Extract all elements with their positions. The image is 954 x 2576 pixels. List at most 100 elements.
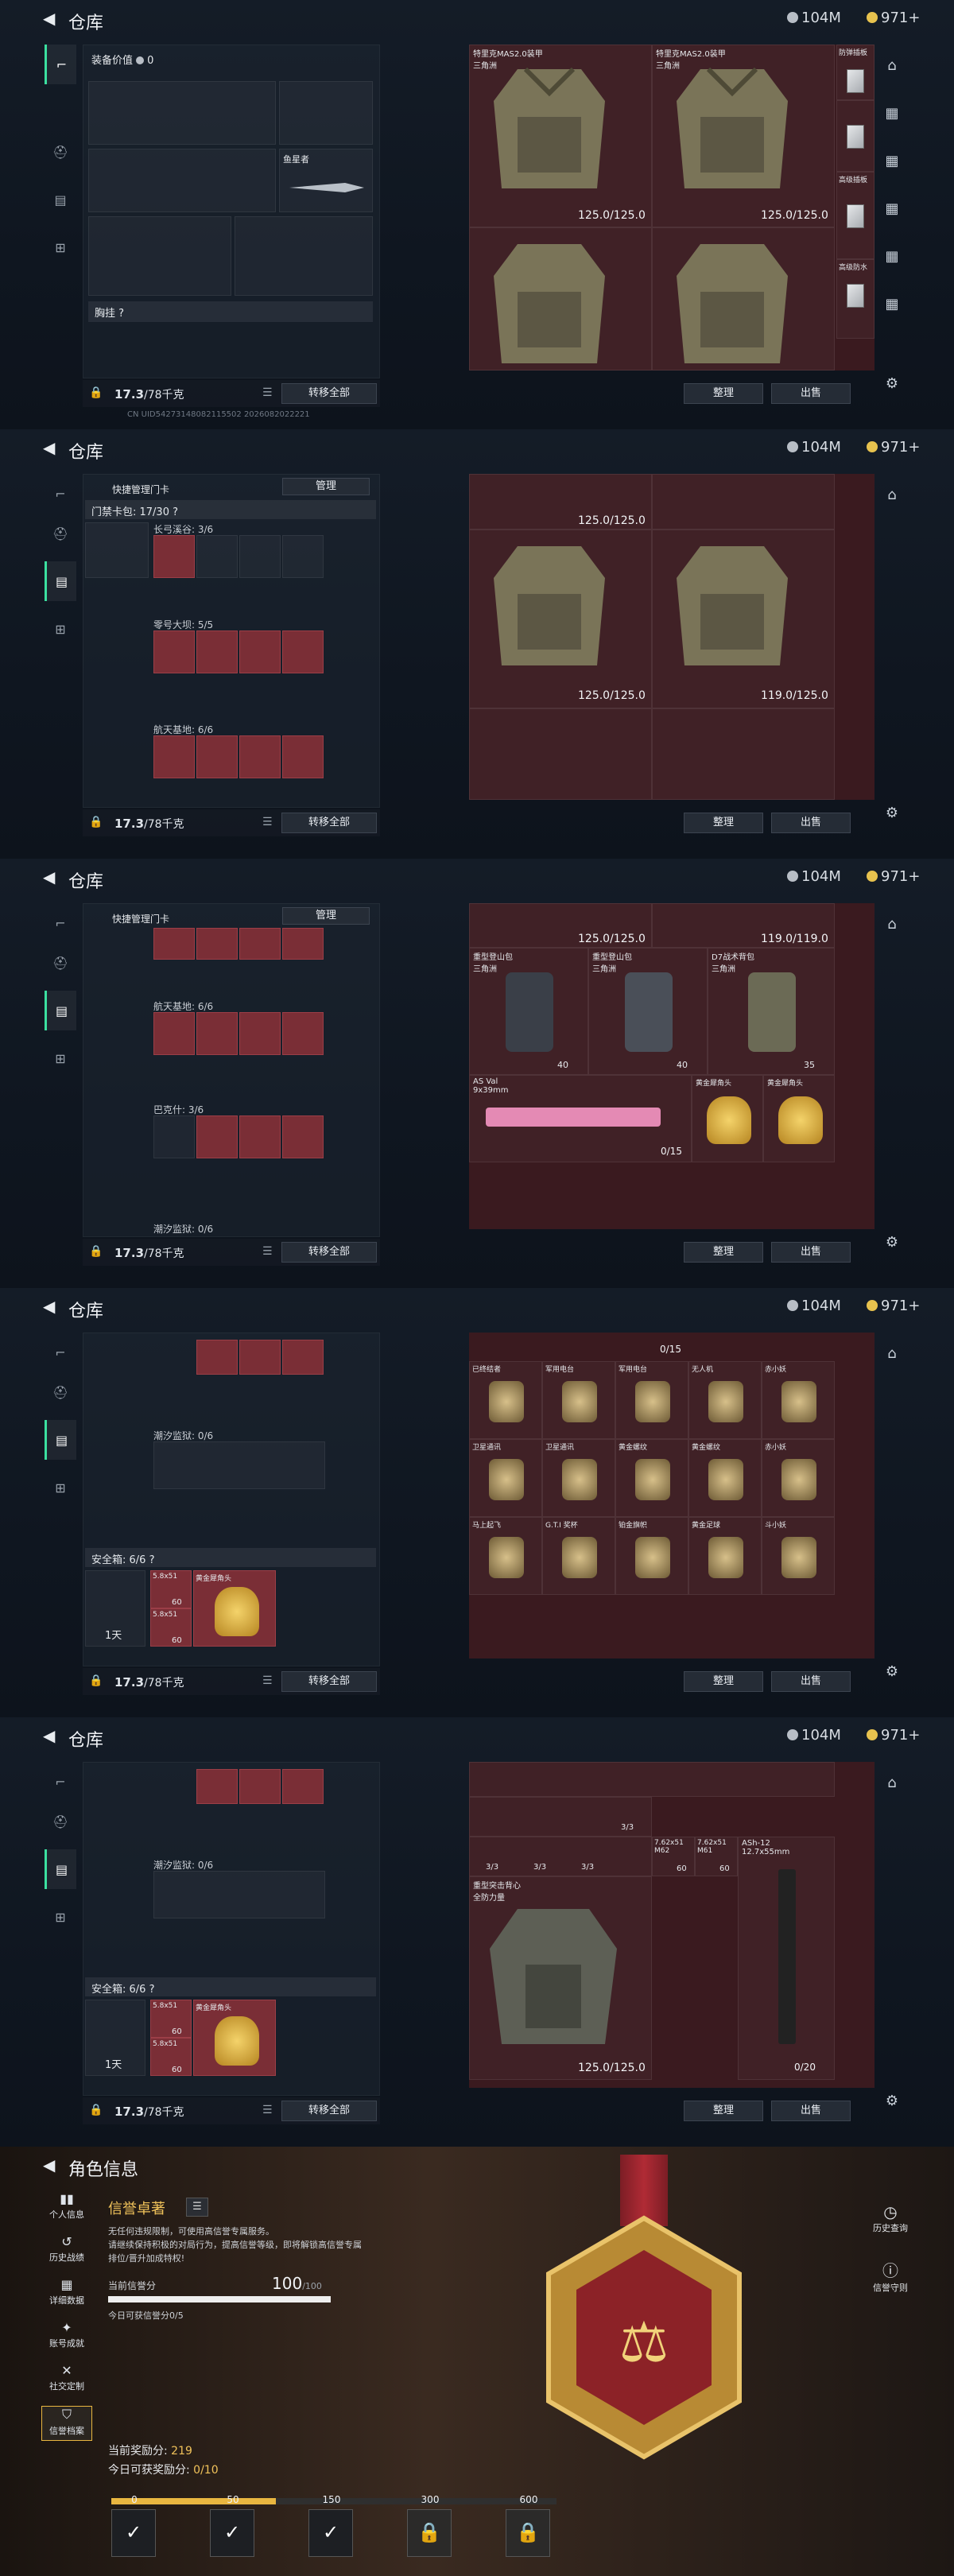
category-icon[interactable]: ▦ [881,200,903,223]
ammo-card[interactable]: 7.62x51 M62 60 [652,1837,695,1876]
keycard-slot[interactable] [196,1340,238,1375]
keycard-slot[interactable] [239,1012,281,1055]
settings-icon[interactable]: ⚙ [881,2093,903,2115]
keycard-slot[interactable] [196,535,238,578]
category-icon[interactable]: ▦ [881,105,903,127]
keycard-slot[interactable] [196,928,238,960]
helmet-slot[interactable] [88,216,231,296]
milestone-300[interactable]: 300 🔒 [407,2494,452,2557]
keycard-slot[interactable] [239,1769,281,1804]
list-icon[interactable]: ☰ [262,1245,273,1258]
milestone-50[interactable]: 50 ✓ [210,2494,254,2557]
ammo-card[interactable]: 7.62x51 M61 60 [695,1837,738,1876]
settings-icon[interactable]: ⚙ [881,375,903,398]
keycard-slot[interactable] [282,735,324,778]
stash-icon[interactable]: ⌂ [881,487,903,509]
list-icon[interactable]: ☰ [262,816,273,828]
keycard-slot-area[interactable] [153,1441,325,1489]
keycard-tab-icon[interactable]: ▤ [45,991,76,1030]
collectible-card[interactable]: 无人机 [688,1361,762,1439]
keycard-slot[interactable] [153,535,195,578]
secondary-weapon-slot[interactable] [88,149,276,212]
collectible-card[interactable]: 斗小妖 [762,1517,835,1595]
item-row[interactable] [469,1762,835,1797]
category-icon[interactable]: ▦ [881,296,903,318]
collectible-card[interactable]: G.T.I 奖杯 [542,1517,615,1595]
gun-tab-icon[interactable]: ⌐ [45,1762,76,1802]
gun-tab-icon[interactable]: ⌐ [45,45,76,84]
collectible-card[interactable]: 铂金旗帜 [615,1517,688,1595]
plate-card[interactable]: 防弹插板 [836,45,874,100]
keycard-slot[interactable] [239,735,281,778]
keycard-slot[interactable] [282,535,324,578]
helmet-tab-icon[interactable]: ⛑ [45,132,76,172]
back-icon[interactable]: ◀ [43,2155,55,2174]
plate-card[interactable]: 高级插板 [836,172,874,259]
sort-button[interactable]: 整理 [684,813,763,833]
collectible-card[interactable]: 军用电台 [542,1361,615,1439]
keycard-slot[interactable] [282,928,324,960]
plate-card[interactable] [836,100,874,172]
keycard-slot[interactable] [282,1340,324,1375]
transfer-all-button[interactable]: 转移全部 [281,1671,377,1692]
sell-button[interactable]: 出售 [771,1242,851,1263]
keycard-slot[interactable] [239,928,281,960]
vest-card[interactable] [652,227,835,370]
settings-icon[interactable]: ⚙ [881,1234,903,1256]
ammo-slot[interactable]: 5.8x51 60 [150,1570,192,1608]
back-icon[interactable]: ◀ [43,9,55,28]
backpack-card[interactable]: 重型登山包 三角洲 40 [469,948,588,1075]
keycard-slot[interactable] [153,630,195,673]
collectible-card[interactable]: 军用电台 [615,1361,688,1439]
keycard-slot[interactable] [153,1115,195,1158]
keycard-tab-icon[interactable]: ▤ [45,1849,76,1889]
plate-card[interactable]: 高级防水 [836,259,874,339]
keycard-slot[interactable] [282,1012,324,1055]
sell-button[interactable]: 出售 [771,813,851,833]
keycard-slot[interactable] [196,735,238,778]
sell-button[interactable]: 出售 [771,383,851,404]
collectible-card[interactable]: 卫星通讯 [469,1439,542,1517]
list-icon[interactable]: ☰ [262,2104,273,2116]
keycard-slot-area[interactable] [153,1871,325,1918]
keycard-slot[interactable] [282,1769,324,1804]
keycard-slot[interactable] [196,630,238,673]
helmet-tab-icon[interactable]: ⛑ [45,1372,76,1412]
keycard-slot[interactable] [153,928,195,960]
gun-card[interactable]: ASh-12 12.7x55mm 0/20 [738,1837,835,2080]
milestone-0[interactable]: 0 ✓ [111,2494,156,2557]
vest-card[interactable] [469,227,652,370]
keycard-slot[interactable] [196,1012,238,1055]
safe-box[interactable]: 1天 [85,2000,145,2076]
collectible-card[interactable]: 赤小妖 [762,1439,835,1517]
backpack-tab-icon[interactable]: ⊞ [45,1468,76,1507]
helmet-tab-icon[interactable]: ⛑ [45,514,76,553]
vest-card[interactable]: 125.0/125.0 [469,903,652,948]
ammo-slot[interactable]: 5.8x51 60 [150,1608,192,1647]
nav-personal-info[interactable]: ▮▮ 个人信息 [41,2191,92,2226]
vest-card[interactable] [469,708,652,800]
stash-icon[interactable]: ⌂ [881,1345,903,1368]
collectible-card[interactable]: 卫星通讯 [542,1439,615,1517]
collectible-card[interactable]: 黄金螺纹 [688,1439,762,1517]
keycard-slot[interactable] [239,535,281,578]
vest-card[interactable]: 119.0/119.0 [652,903,835,948]
back-icon[interactable]: ◀ [43,867,55,886]
vest-card[interactable] [652,474,835,530]
vest-card[interactable]: 125.0/125.0 [469,530,652,708]
sort-button[interactable]: 整理 [684,1671,763,1692]
keycard-slot[interactable] [239,1340,281,1375]
gold-item-slot[interactable]: 黄金犀角头 [193,1570,276,1647]
item-row[interactable]: 3/3 [469,1797,652,1837]
stash-icon[interactable]: ⌂ [881,916,903,938]
back-icon[interactable]: ◀ [43,1726,55,1745]
transfer-all-button[interactable]: 转移全部 [281,383,377,404]
gold-card[interactable]: 黄金犀角头 [763,1075,835,1162]
sort-button[interactable]: 整理 [684,2101,763,2121]
vest-card[interactable]: 125.0/125.0 [469,474,652,530]
keycard-slot[interactable] [153,1012,195,1055]
armor-card[interactable]: 重型突击背心 全防力量 125.0/125.0 [469,1876,652,2080]
credit-rules[interactable]: ⓘ 信誉守则 [867,2258,914,2294]
gun-tab-icon[interactable]: ⌐ [45,903,76,943]
list-icon[interactable]: ☰ [262,386,273,399]
